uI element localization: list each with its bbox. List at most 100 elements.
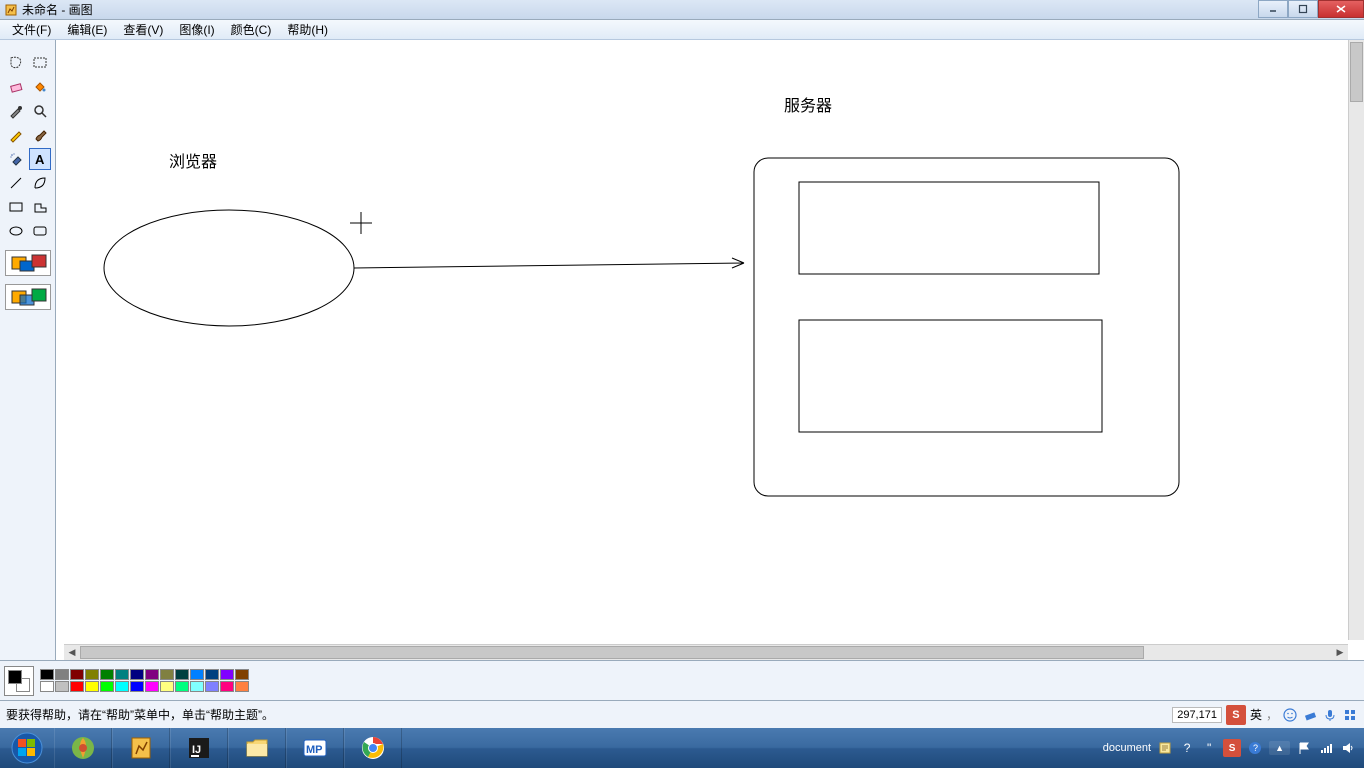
tool-free-select[interactable] (5, 52, 27, 74)
tray-quote-icon[interactable]: " (1201, 740, 1217, 756)
color-swatch[interactable] (190, 669, 204, 680)
taskbar: IJ MP document ? " S ? ▲ (0, 728, 1364, 768)
task-paint[interactable] (112, 728, 170, 768)
tool-eraser[interactable] (5, 76, 27, 98)
grid-icon[interactable] (1342, 707, 1358, 723)
color-swatch[interactable] (190, 681, 204, 692)
maximize-button[interactable] (1288, 0, 1318, 18)
color-swatch[interactable] (145, 681, 159, 692)
tool-text[interactable]: A (29, 148, 51, 170)
tool-ellipse[interactable] (5, 220, 27, 242)
color-swatch[interactable] (205, 681, 219, 692)
main-area: A 浏览器 服务器 (0, 40, 1364, 660)
minimize-button[interactable] (1258, 0, 1288, 18)
vertical-scrollbar[interactable] (1348, 40, 1364, 640)
tool-magnify[interactable] (29, 100, 51, 122)
color-swatch[interactable] (100, 681, 114, 692)
hscroll-thumb[interactable] (80, 646, 1144, 659)
mic-icon[interactable] (1322, 707, 1338, 723)
titlebar: 未命名 - 画图 (0, 0, 1364, 20)
task-app-1[interactable] (54, 728, 112, 768)
color-swatch[interactable] (220, 669, 234, 680)
tray-document-label: document (1103, 742, 1151, 754)
tool-airbrush[interactable] (5, 148, 27, 170)
tool-rounded-rect[interactable] (29, 220, 51, 242)
menu-file[interactable]: 文件(F) (4, 19, 59, 40)
color-swatch[interactable] (70, 681, 84, 692)
color-swatch[interactable] (70, 669, 84, 680)
tool-curve[interactable] (29, 172, 51, 194)
ime-indicator-icon[interactable]: S (1226, 705, 1246, 725)
tool-option-opaque[interactable] (5, 250, 51, 276)
tool-picker[interactable] (5, 100, 27, 122)
tool-line[interactable] (5, 172, 27, 194)
tool-polygon[interactable] (29, 196, 51, 218)
palette-row-2 (40, 681, 249, 692)
emoji-icon[interactable] (1282, 707, 1298, 723)
menu-image[interactable]: 图像(I) (171, 19, 222, 40)
hscroll-track[interactable] (80, 645, 1332, 660)
current-colors[interactable] (4, 666, 34, 696)
svg-text:?: ? (1253, 743, 1258, 753)
tool-fill[interactable] (29, 76, 51, 98)
menu-view[interactable]: 查看(V) (115, 19, 171, 40)
tray-lang-bar[interactable]: ▲ (1269, 741, 1290, 755)
menu-edit[interactable]: 编辑(E) (59, 19, 115, 40)
color-swatch[interactable] (160, 669, 174, 680)
task-chrome[interactable] (344, 728, 402, 768)
eraser-small-icon[interactable] (1302, 707, 1318, 723)
status-help-text: 要获得帮助，请在“帮助”菜单中，单击“帮助主题”。 (6, 706, 274, 723)
tool-pencil[interactable] (5, 124, 27, 146)
tray-note-icon[interactable] (1157, 740, 1173, 756)
tray-network-icon[interactable] (1318, 740, 1334, 756)
color-swatch[interactable] (115, 669, 129, 680)
tool-option-transparent[interactable] (5, 284, 51, 310)
task-mp[interactable]: MP (286, 728, 344, 768)
color-swatch[interactable] (175, 669, 189, 680)
tray-flag-icon[interactable] (1296, 740, 1312, 756)
task-explorer[interactable] (228, 728, 286, 768)
tool-rectangle[interactable] (5, 196, 27, 218)
tool-rect-select[interactable] (29, 52, 51, 74)
vertical-scrollbar-thumb[interactable] (1350, 42, 1363, 102)
hscroll-right-button[interactable]: ▶ (1332, 645, 1348, 659)
system-tray: document ? " S ? ▲ (1103, 739, 1364, 757)
color-swatch[interactable] (85, 669, 99, 680)
canvas[interactable]: 浏览器 服务器 (64, 40, 1348, 640)
foreground-color (8, 670, 22, 684)
app-icon (4, 3, 18, 17)
color-swatch[interactable] (100, 669, 114, 680)
color-swatch[interactable] (85, 681, 99, 692)
menubar: 文件(F) 编辑(E) 查看(V) 图像(I) 颜色(C) 帮助(H) (0, 20, 1364, 40)
palette-row-1 (40, 669, 249, 680)
color-swatch[interactable] (235, 681, 249, 692)
menu-color[interactable]: 颜色(C) (223, 19, 280, 40)
color-swatch[interactable] (160, 681, 174, 692)
tray-help-icon[interactable]: ? (1179, 740, 1195, 756)
start-button[interactable] (0, 728, 54, 768)
color-swatch[interactable] (145, 669, 159, 680)
canvas-drawing (64, 40, 1344, 630)
color-swatch[interactable] (220, 681, 234, 692)
color-swatch[interactable] (115, 681, 129, 692)
color-swatch[interactable] (40, 681, 54, 692)
color-swatch[interactable] (40, 669, 54, 680)
tray-volume-icon[interactable] (1340, 740, 1356, 756)
tool-brush[interactable] (29, 124, 51, 146)
color-swatch[interactable] (175, 681, 189, 692)
task-intellij[interactable]: IJ (170, 728, 228, 768)
hscroll-left-button[interactable]: ◀ (64, 645, 80, 659)
close-button[interactable] (1318, 0, 1364, 18)
menu-help[interactable]: 帮助(H) (279, 19, 336, 40)
color-swatch[interactable] (55, 681, 69, 692)
color-swatch[interactable] (235, 669, 249, 680)
color-swatch[interactable] (130, 669, 144, 680)
tray-ime-icon[interactable]: S (1223, 739, 1241, 757)
horizontal-scrollbar[interactable]: ◀ ▶ (64, 644, 1348, 660)
color-swatch[interactable] (130, 681, 144, 692)
color-swatch[interactable] (205, 669, 219, 680)
tray-help2-icon[interactable]: ? (1247, 740, 1263, 756)
status-coords: 297,171 (1172, 707, 1222, 723)
color-swatch[interactable] (55, 669, 69, 680)
ime-language: 英 (1250, 706, 1262, 723)
